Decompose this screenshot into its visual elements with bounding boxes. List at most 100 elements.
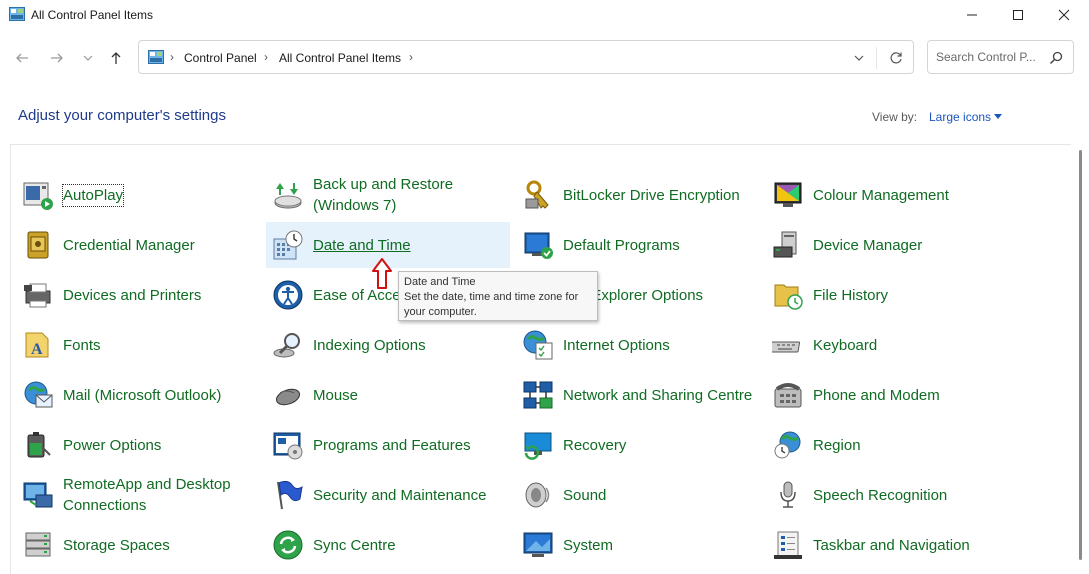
vertical-scrollbar[interactable] — [1074, 144, 1089, 573]
control-panel-item[interactable]: Colour Management — [766, 172, 1010, 218]
item-label-wrap[interactable]: Mail (Microsoft Outlook) — [63, 372, 255, 418]
search-box[interactable] — [927, 40, 1074, 74]
item-label[interactable]: Device Manager — [813, 235, 922, 256]
item-label[interactable]: Credential Manager — [63, 235, 195, 256]
control-panel-item[interactable]: BitLocker Drive Encryption — [516, 172, 760, 218]
item-label-wrap[interactable]: BitLocker Drive Encryption — [563, 172, 755, 218]
control-panel-item[interactable]: Sound — [516, 472, 760, 518]
item-label[interactable]: Mail (Microsoft Outlook) — [63, 385, 221, 406]
item-label[interactable]: Date and Time — [313, 235, 411, 256]
caret-down-icon[interactable] — [994, 114, 1002, 119]
item-label[interactable]: Recovery — [563, 435, 626, 456]
breadcrumb-separator[interactable]: › — [409, 50, 413, 64]
item-label[interactable]: Colour Management — [813, 185, 949, 206]
control-panel-item[interactable]: Taskbar and Navigation — [766, 522, 1010, 568]
item-label-wrap[interactable]: System — [563, 522, 755, 568]
item-label[interactable]: Sync Centre — [313, 535, 396, 556]
control-panel-item[interactable]: Network and Sharing Centre — [516, 372, 760, 418]
item-label[interactable]: Speech Recognition — [813, 485, 947, 506]
item-label[interactable]: Mouse — [313, 385, 358, 406]
item-label-wrap[interactable]: Taskbar and Navigation — [813, 522, 1005, 568]
control-panel-item[interactable]: Speech Recognition — [766, 472, 1010, 518]
refresh-button[interactable] — [886, 48, 906, 68]
item-label-wrap[interactable]: Security and Maintenance — [313, 472, 505, 518]
item-label[interactable]: Storage Spaces — [63, 535, 170, 556]
minimize-button[interactable] — [949, 0, 995, 30]
control-panel-item[interactable]: Back up and Restore (Windows 7) — [266, 172, 510, 218]
control-panel-item[interactable]: Phone and Modem — [766, 372, 1010, 418]
item-label[interactable]: Network and Sharing Centre — [563, 385, 752, 406]
search-input[interactable] — [936, 49, 1044, 65]
control-panel-item[interactable]: Storage Spaces — [16, 522, 260, 568]
control-panel-item[interactable]: Devices and Printers — [16, 272, 260, 318]
item-label[interactable]: Back up and Restore (Windows 7) — [313, 174, 505, 216]
item-label-wrap[interactable]: Power Options — [63, 422, 255, 468]
item-label-wrap[interactable]: Keyboard — [813, 322, 1005, 368]
back-button[interactable] — [10, 46, 34, 70]
item-label-wrap[interactable]: Storage Spaces — [63, 522, 255, 568]
recent-locations-button[interactable] — [76, 46, 100, 70]
item-label-wrap[interactable]: Internet Options — [563, 322, 755, 368]
item-label-wrap[interactable]: Fonts — [63, 322, 255, 368]
control-panel-item[interactable]: Mouse — [266, 372, 510, 418]
control-panel-item[interactable]: Sync Centre — [266, 522, 510, 568]
item-label[interactable]: Taskbar and Navigation — [813, 535, 970, 556]
item-label-wrap[interactable]: RemoteApp and Desktop Connections — [63, 472, 255, 518]
control-panel-item[interactable]: A Fonts — [16, 322, 260, 368]
control-panel-item[interactable]: Recovery — [516, 422, 760, 468]
item-label[interactable]: AutoPlay — [61, 183, 125, 207]
item-label[interactable]: Security and Maintenance — [313, 485, 486, 506]
item-label-wrap[interactable]: Credential Manager — [63, 222, 255, 268]
control-panel-item[interactable]: Credential Manager — [16, 222, 260, 268]
item-label-wrap[interactable]: File History — [813, 272, 1005, 318]
item-label-wrap[interactable]: Sound — [563, 472, 755, 518]
item-label-wrap[interactable]: Sync Centre — [313, 522, 505, 568]
item-label[interactable]: Sound — [563, 485, 606, 506]
close-button[interactable] — [1041, 0, 1087, 30]
item-label[interactable]: Phone and Modem — [813, 385, 940, 406]
control-panel-item[interactable]: Keyboard — [766, 322, 1010, 368]
item-label-wrap[interactable]: Phone and Modem — [813, 372, 1005, 418]
item-label-wrap[interactable]: Recovery — [563, 422, 755, 468]
control-panel-item[interactable]: Default Programs — [516, 222, 760, 268]
item-label-wrap[interactable]: Indexing Options — [313, 322, 505, 368]
item-label-wrap[interactable]: Programs and Features — [313, 422, 505, 468]
control-panel-item[interactable]: Security and Maintenance — [266, 472, 510, 518]
item-label[interactable]: BitLocker Drive Encryption — [563, 185, 740, 206]
scrollbar-thumb[interactable] — [1079, 150, 1082, 560]
item-label-wrap[interactable]: Speech Recognition — [813, 472, 1005, 518]
item-label-wrap[interactable]: AutoPlay — [61, 172, 255, 218]
item-label-wrap[interactable]: Back up and Restore (Windows 7) — [313, 172, 505, 218]
item-label[interactable]: Region — [813, 435, 861, 456]
control-panel-item[interactable]: Internet Options — [516, 322, 760, 368]
breadcrumb-control-panel[interactable]: Control Panel — [184, 51, 257, 65]
control-panel-item[interactable]: Programs and Features — [266, 422, 510, 468]
address-bar[interactable]: › Control Panel › All Control Panel Item… — [138, 40, 914, 74]
control-panel-item[interactable]: System — [516, 522, 760, 568]
item-label[interactable]: Programs and Features — [313, 435, 471, 456]
control-panel-item[interactable]: RemoteApp and Desktop Connections — [16, 472, 260, 518]
item-label[interactable]: Keyboard — [813, 335, 877, 356]
control-panel-item[interactable]: File History — [766, 272, 1010, 318]
item-label-wrap[interactable]: Network and Sharing Centre — [563, 372, 755, 418]
breadcrumb-all-items[interactable]: All Control Panel Items — [279, 51, 401, 65]
search-icon[interactable] — [1048, 50, 1064, 66]
forward-button[interactable] — [45, 46, 69, 70]
breadcrumb-separator[interactable]: › — [264, 50, 268, 64]
maximize-button[interactable] — [995, 0, 1041, 30]
item-label[interactable]: Fonts — [63, 335, 101, 356]
control-panel-item[interactable]: Power Options — [16, 422, 260, 468]
item-label-wrap[interactable]: Device Manager — [813, 222, 1005, 268]
view-by-dropdown[interactable]: Large icons — [929, 110, 991, 124]
control-panel-item[interactable]: AutoPlay — [16, 172, 260, 218]
address-history-button[interactable] — [850, 49, 868, 67]
item-label-wrap[interactable]: Devices and Printers — [63, 272, 255, 318]
item-label-wrap[interactable]: Date and Time — [313, 222, 505, 268]
breadcrumb-separator[interactable]: › — [170, 50, 174, 64]
control-panel-item[interactable]: Device Manager — [766, 222, 1010, 268]
item-label[interactable]: Internet Options — [563, 335, 670, 356]
item-label[interactable]: System — [563, 535, 613, 556]
item-label[interactable]: Devices and Printers — [63, 285, 201, 306]
item-label-wrap[interactable]: Colour Management — [813, 172, 1005, 218]
item-label[interactable]: Default Programs — [563, 235, 680, 256]
